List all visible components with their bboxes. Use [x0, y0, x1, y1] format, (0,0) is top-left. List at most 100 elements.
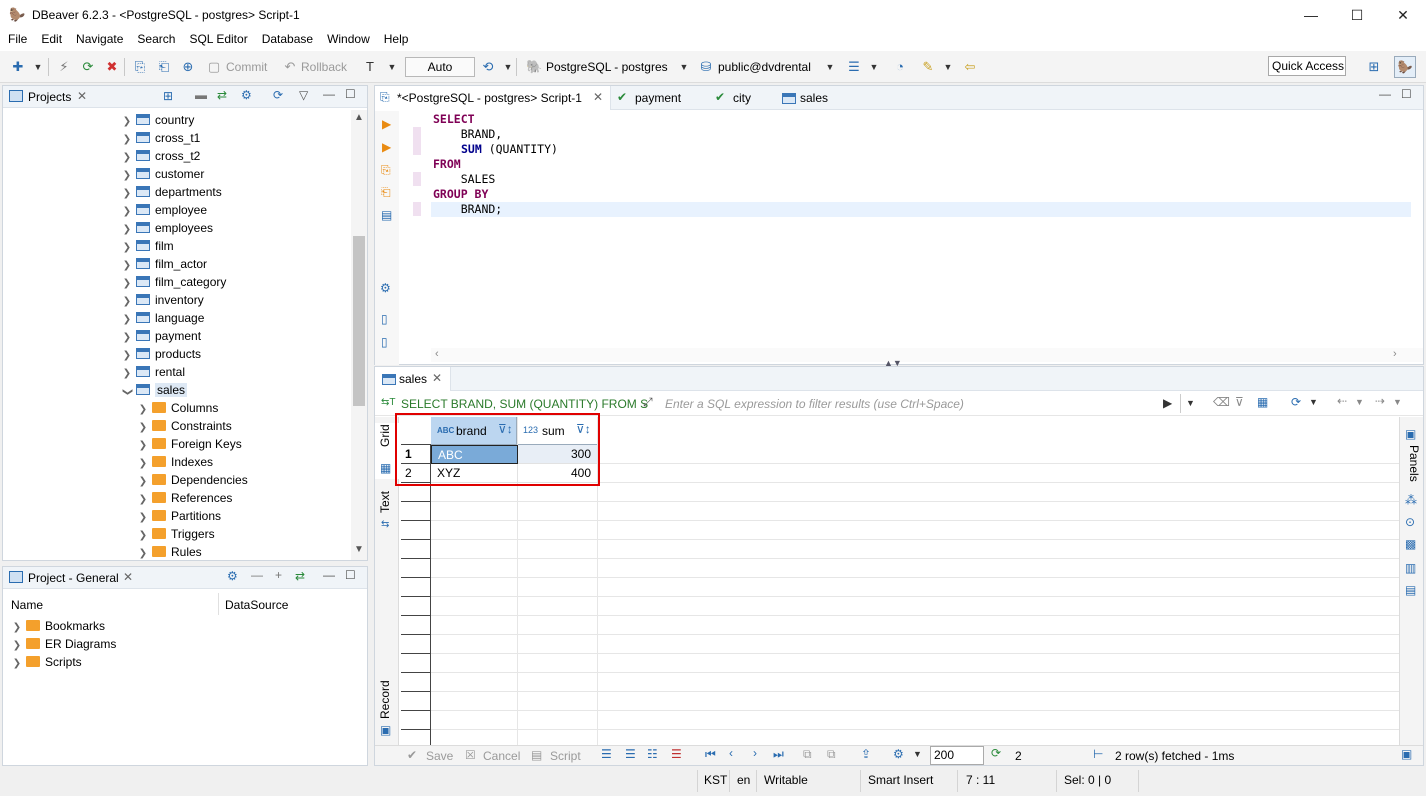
save-icon[interactable]: ✔ [407, 748, 417, 762]
scroll-thumb[interactable] [353, 236, 365, 406]
rollback-icon[interactable]: ↶ [282, 59, 298, 75]
fetch-size-input[interactable]: 200 [930, 746, 984, 765]
eraser-icon[interactable]: ⌫ [1213, 395, 1230, 409]
script-icon[interactable]: ▤ [531, 748, 542, 762]
fetch-all-icon[interactable]: ⧉ [827, 747, 836, 762]
back-icon[interactable]: ⇦ [962, 59, 978, 75]
tree-item[interactable]: ❯ cross_t1 [121, 129, 201, 147]
tree-item[interactable]: ❯ film [121, 237, 174, 255]
group-icon[interactable]: ⁂ [1405, 493, 1417, 507]
navigate-back-icon[interactable]: ⇠ [1337, 394, 1347, 408]
filter-input[interactable]: Enter a SQL expression to filter results… [665, 397, 1155, 411]
reconnect-icon[interactable]: ⟳ [80, 59, 96, 75]
delete-row-icon[interactable]: ☰ [671, 747, 682, 761]
collapse-all-icon[interactable]: ▬ [195, 88, 207, 102]
cancel-button[interactable]: Cancel [483, 749, 520, 763]
tree-item[interactable]: ❯ film_actor [121, 255, 207, 273]
scroll-left-icon[interactable]: ‹ [435, 348, 439, 360]
scroll-down-icon[interactable]: ▼ [354, 544, 364, 555]
script-button[interactable]: Script [550, 749, 581, 763]
collapse-icon[interactable]: — [251, 568, 263, 582]
panels-label[interactable]: Panels [1407, 445, 1421, 495]
menu-help[interactable]: Help [377, 30, 416, 46]
project-general-tab-label[interactable]: Project - General [28, 571, 119, 585]
tree-item[interactable]: ❯ payment [121, 327, 201, 345]
tree-item[interactable]: ❯ customer [121, 165, 205, 183]
gear-icon[interactable]: ⚙ [227, 569, 238, 583]
tree-item[interactable]: ❯ film_category [121, 273, 227, 291]
disconnect-icon[interactable]: ✖ [104, 59, 120, 75]
scroll-up-icon[interactable]: ▲ [354, 112, 364, 123]
new-script-icon[interactable]: ⊕ [180, 59, 196, 75]
menu-sql-editor[interactable]: SQL Editor [182, 30, 254, 46]
panel-toggle-icon[interactable]: ▣ [1401, 747, 1412, 761]
tab-payment[interactable]: payment [635, 91, 681, 105]
dropdown-arrow-icon[interactable]: ▼ [866, 59, 882, 75]
dropdown-arrow-icon[interactable]: ▼ [1309, 397, 1318, 407]
view-tab-record[interactable]: Record ▣ [375, 679, 399, 739]
results-tab-sales[interactable]: sales ✕ [375, 367, 451, 391]
close-icon[interactable]: ✕ [593, 90, 603, 104]
expand-icon[interactable]: ⤢ [643, 395, 653, 410]
dropdown-arrow-icon[interactable]: ▼ [1393, 397, 1402, 407]
project-item-scripts[interactable]: ❯ Scripts [11, 653, 82, 671]
tree-item[interactable]: ❯ products [121, 345, 201, 363]
execute-script-tabs-icon[interactable]: ⎗ [381, 185, 391, 200]
tree-item[interactable]: ❯ inventory [121, 291, 204, 309]
view-menu-icon[interactable]: ▽ [299, 88, 308, 102]
export-icon[interactable]: ⇪ [861, 747, 871, 761]
tree-item[interactable]: ❯ Triggers [137, 525, 215, 543]
add-row-icon[interactable]: ☰ [625, 747, 636, 761]
tree-item[interactable]: ❯ Dependencies [137, 471, 248, 489]
menu-navigate[interactable]: Navigate [69, 30, 130, 46]
tree-item[interactable]: ❯ Foreign Keys [137, 435, 242, 453]
tree-item[interactable]: ❯ cross_t2 [121, 147, 201, 165]
rollback-button[interactable]: Rollback [301, 60, 347, 74]
active-connection-selector[interactable]: PostgreSQL - postgres [546, 60, 668, 74]
execute-statement-new-tab-icon[interactable]: ▶ [382, 140, 391, 154]
chevron-right-icon[interactable]: ❯ [137, 545, 149, 560]
filter-history-dropdown[interactable]: ▼ [1180, 394, 1200, 413]
minimize-button[interactable]: — [1288, 0, 1334, 30]
open-perspective-icon[interactable]: ⊞ [1366, 59, 1382, 75]
tree-item[interactable]: ❯ departments [121, 183, 222, 201]
panels-icon[interactable]: ▣ [1405, 427, 1416, 441]
first-page-icon[interactable]: ⏮ [705, 747, 716, 762]
menu-edit[interactable]: Edit [34, 30, 69, 46]
navigate-forward-icon[interactable]: ⇢ [1375, 394, 1385, 408]
tree-item[interactable]: ❯ References [137, 489, 233, 507]
refresh-results-icon[interactable]: ⟳ [1291, 395, 1301, 409]
link-editor-icon[interactable]: ⇄ [217, 88, 227, 102]
new-connection-icon[interactable]: ✚ [10, 59, 26, 75]
tree-item[interactable]: ❯ language [121, 309, 205, 327]
minimize-view-icon[interactable]: — [323, 87, 335, 101]
new-folder-icon[interactable]: ⊞ [163, 89, 173, 103]
tree-item[interactable]: ❯ rental [121, 363, 185, 381]
add-icon[interactable]: + [275, 568, 282, 582]
editor-hscrollbar[interactable]: ‹ › [431, 348, 1423, 362]
close-icon[interactable]: ✕ [123, 570, 133, 584]
menu-window[interactable]: Window [320, 30, 377, 46]
gear-icon[interactable]: ⚙ [380, 281, 391, 295]
dropdown-arrow-icon[interactable]: ▼ [822, 59, 838, 75]
project-item-er-diagrams[interactable]: ❯ ER Diagrams [11, 635, 117, 653]
tree-item[interactable]: ❯ Rules [137, 543, 202, 560]
tree-item[interactable]: ❯ employee [121, 201, 207, 219]
tree-item-selected[interactable]: ❯ sales [121, 381, 188, 399]
maximize-view-icon[interactable]: ☐ [345, 568, 356, 582]
filter-settings-icon[interactable]: ▦ [1257, 395, 1268, 409]
projects-tab-label[interactable]: Projects [28, 90, 71, 104]
tree-item[interactable]: ❯ Constraints [137, 417, 232, 435]
sql-code-editor[interactable]: SELECT BRAND, SUM (QUANTITY) FROM SALES … [431, 111, 1423, 351]
dropdown-arrow-icon[interactable]: ▼ [1355, 397, 1364, 407]
cancel-icon[interactable]: ☒ [465, 748, 476, 762]
dropdown-arrow-icon[interactable]: ▼ [30, 59, 46, 75]
maximize-view-icon[interactable]: ☐ [1401, 87, 1412, 101]
tree-item[interactable]: ❯ Indexes [137, 453, 213, 471]
image-icon[interactable]: ▩ [1405, 537, 1416, 551]
refresh-icon[interactable]: ⟳ [273, 88, 283, 102]
column-header-datasource[interactable]: DataSource [225, 598, 288, 612]
refresh-icon[interactable]: ⟳ [991, 746, 1001, 760]
maximize-view-icon[interactable]: ☐ [345, 87, 356, 101]
minimize-view-icon[interactable]: — [323, 568, 335, 582]
